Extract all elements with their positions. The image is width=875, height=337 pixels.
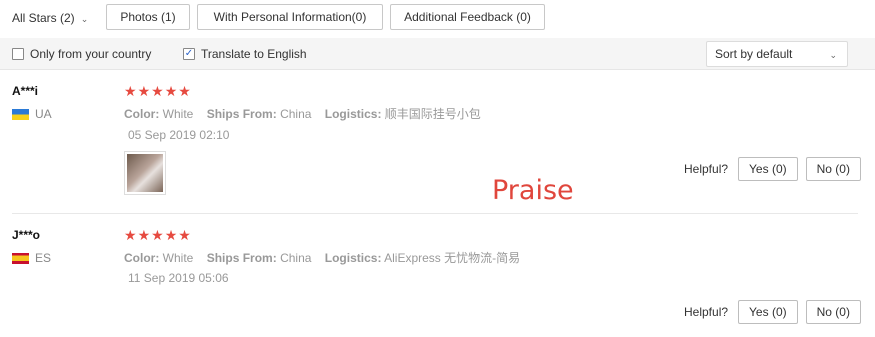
country-code: UA xyxy=(35,107,52,121)
helpful-controls: Helpful? Yes (0) No (0) xyxy=(684,300,861,324)
praise-overlay-text: Praise xyxy=(492,175,574,206)
color-key: Color: xyxy=(124,107,160,121)
star-icon: ★ xyxy=(178,227,191,243)
color-value: White xyxy=(162,107,194,121)
helpful-no-button[interactable]: No (0) xyxy=(805,157,861,181)
helpful-yes-button[interactable]: Yes (0) xyxy=(738,300,798,324)
chevron-down-icon: ⌄ xyxy=(80,13,89,24)
translate-label: Translate to English xyxy=(201,47,307,61)
ships-from-value: China xyxy=(280,251,312,265)
checkbox-unchecked-icon xyxy=(12,48,24,60)
star-icon: ★ xyxy=(151,227,164,243)
spain-flag-icon xyxy=(12,252,29,264)
star-icon: ★ xyxy=(124,227,137,243)
star-icon: ★ xyxy=(137,83,151,99)
star-icon: ★ xyxy=(164,227,178,243)
filter-bar: All Stars (2) ⌄ Photos (1) With Personal… xyxy=(0,0,875,34)
helpful-label: Helpful? xyxy=(684,162,729,176)
sort-value: Sort by default xyxy=(715,47,793,61)
chevron-down-icon: ⌄ xyxy=(829,49,837,60)
star-icon: ★ xyxy=(137,227,151,243)
review-divider xyxy=(12,213,858,214)
logistics-key: Logistics: xyxy=(324,251,382,265)
review-date: 05 Sep 2019 02:10 xyxy=(128,128,230,142)
photos-filter-button[interactable]: Photos (1) xyxy=(106,4,190,30)
only-country-checkbox[interactable]: Only from your country xyxy=(12,47,151,61)
ukraine-flag-icon xyxy=(12,108,29,120)
star-icon: ★ xyxy=(151,83,164,99)
helpful-label: Helpful? xyxy=(684,305,729,319)
ships-from-key: Ships From: xyxy=(206,107,277,121)
logistics-value: AliExpress 无忧物流-简易 xyxy=(384,251,521,265)
order-attributes: Color: White Ships From: China Logistics… xyxy=(124,249,530,266)
color-key: Color: xyxy=(124,251,160,265)
ships-from-key: Ships From: xyxy=(206,251,277,265)
star-icon: ★ xyxy=(178,83,191,99)
logistics-value: 顺丰国际挂号小包 xyxy=(384,107,481,121)
options-bar: Only from your country ✓ Translate to En… xyxy=(0,38,875,70)
reviewer-country: UA xyxy=(12,107,52,121)
additional-feedback-filter-button[interactable]: Additional Feedback (0) xyxy=(390,4,545,30)
helpful-yes-button[interactable]: Yes (0) xyxy=(738,157,798,181)
only-country-label: Only from your country xyxy=(30,47,152,61)
star-rating: ★ ★ ★ ★ ★ xyxy=(124,84,191,98)
sort-select[interactable]: Sort by default ⌄ xyxy=(706,41,848,67)
reviewer-name: J***o xyxy=(12,228,41,242)
color-value: White xyxy=(162,251,194,265)
ships-from-value: China xyxy=(280,107,312,121)
review-photo xyxy=(127,154,163,192)
logistics-key: Logistics: xyxy=(324,107,382,121)
review-photo-thumbnail[interactable] xyxy=(124,151,166,195)
helpful-controls: Helpful? Yes (0) No (0) xyxy=(684,157,861,181)
star-filter-select[interactable]: All Stars (2) ⌄ xyxy=(12,11,88,25)
reviewer-country: ES xyxy=(12,251,51,265)
country-code: ES xyxy=(35,251,52,265)
star-filter-label: All Stars (2) xyxy=(12,11,75,25)
checkbox-checked-icon: ✓ xyxy=(183,48,195,60)
review-date: 11 Sep 2019 05:06 xyxy=(128,271,229,285)
personal-info-filter-button[interactable]: With Personal Information(0) xyxy=(197,4,383,30)
star-icon: ★ xyxy=(164,83,178,99)
star-icon: ★ xyxy=(124,83,137,99)
reviewer-name: A***i xyxy=(12,84,39,98)
translate-checkbox[interactable]: ✓ Translate to English xyxy=(183,47,307,61)
star-rating: ★ ★ ★ ★ ★ xyxy=(124,228,191,242)
helpful-no-button[interactable]: No (0) xyxy=(805,300,861,324)
order-attributes: Color: White Ships From: China Logistics… xyxy=(124,105,491,122)
